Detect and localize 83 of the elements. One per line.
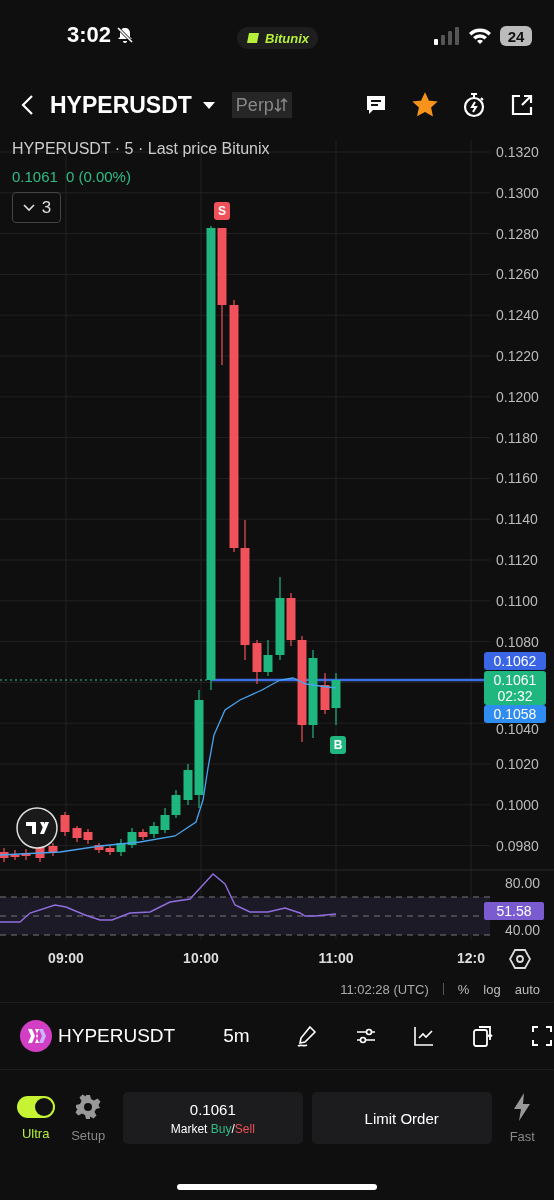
price-tick-label: 0.1300 [496, 184, 539, 201]
price-tick-label: 0.1280 [496, 225, 539, 242]
symbol-title[interactable]: HYPERUSDT [50, 91, 192, 119]
logo-icon [246, 32, 260, 44]
settings-icon[interactable] [509, 948, 531, 970]
copy-icon[interactable] [470, 1024, 495, 1048]
time-tick-label: 12:0 [456, 950, 486, 966]
price-tick-label: 0.0980 [496, 837, 539, 854]
signal-icon [434, 27, 460, 45]
price-tick-label: 0.1080 [496, 633, 539, 650]
scale-option[interactable]: auto [514, 981, 540, 997]
bell-muted-icon [115, 25, 136, 45]
price-tick-label: 0.1120 [496, 552, 538, 568]
last-price: 0.1061 [12, 168, 58, 185]
candle [263, 639, 273, 677]
fullscreen-icon[interactable] [530, 1025, 553, 1047]
chart-legend-title: HYPERUSDT · 5 · Last price Bitunix [12, 140, 270, 158]
indicators-toggle[interactable]: 3 [12, 192, 61, 223]
stopwatch-icon[interactable] [462, 92, 486, 118]
price-tag: 0.1058 [484, 705, 546, 723]
interval-selector[interactable]: 5m [223, 1025, 250, 1047]
price-tick-label: 0.1320 [496, 144, 539, 160]
line-chart-icon[interactable] [412, 1025, 435, 1047]
candle [0, 847, 9, 863]
candle [60, 811, 70, 837]
price-tick-label: 0.1180 [496, 429, 538, 446]
price-tick-label: 0.1140 [496, 511, 538, 528]
chart-clock: 11:02:28 (UTC) [340, 981, 429, 997]
price-tick-label: 0.1220 [496, 348, 539, 364]
setup-label: Setup [71, 1127, 106, 1143]
swap-icon[interactable] [273, 97, 288, 113]
rsi-tick-label: 40.00 [505, 922, 541, 938]
time-tick-label: 09:00 [47, 950, 85, 966]
trade-marker: B [330, 736, 346, 754]
price-tag: 0.1062 [484, 652, 546, 670]
price-tick-label: 0.1040 [496, 721, 539, 738]
rsi-value-tag: 51.58 [484, 902, 544, 920]
trade-marker: S [214, 202, 230, 220]
contract-type-button[interactable]: Perp [231, 92, 292, 118]
limit-order-button[interactable]: Limit Order [311, 1092, 492, 1144]
time-tick-label: 11:00 [317, 950, 355, 966]
star-icon[interactable] [412, 92, 438, 118]
price-tick-label: 0.1100 [496, 592, 538, 609]
candle [94, 842, 104, 854]
caret-icon[interactable] [201, 100, 216, 110]
candle [320, 672, 330, 715]
candle [83, 828, 93, 845]
price-tick-label: 0.1160 [496, 470, 538, 487]
price-tag: 0.1061 02:32 [484, 671, 546, 705]
candle [21, 848, 31, 861]
wifi-icon [468, 27, 492, 45]
back-icon[interactable] [20, 94, 34, 116]
chevron-icon[interactable] [21, 202, 36, 213]
candle [171, 789, 181, 819]
share-icon[interactable] [510, 93, 534, 117]
rsi-tick-label: 80.00 [505, 875, 541, 891]
candle [252, 639, 262, 685]
logo-icon[interactable] [15, 806, 59, 850]
app-pill: Bitunix [237, 27, 319, 49]
market-order-button[interactable]: 0.1061 Market Buy/Sell [122, 1092, 303, 1144]
candle [331, 672, 341, 726]
chat-icon[interactable] [364, 93, 388, 117]
symbol-selector[interactable]: HYPERUSDT [58, 1025, 176, 1047]
status-time: 3:02 [67, 22, 112, 48]
lightning-icon[interactable] [512, 1092, 533, 1121]
price-change: 0 (0.00%) [65, 168, 131, 185]
price-tick-label: 0.1260 [496, 266, 539, 283]
coin-logo-icon [20, 1020, 52, 1052]
candle [48, 842, 58, 857]
scale-option[interactable]: % [457, 981, 470, 997]
settings-icon[interactable] [75, 1093, 102, 1120]
time-tick-label: 10:00 [182, 950, 220, 966]
price-tick-label: 0.1200 [496, 388, 539, 405]
ultra-label: Ultra [22, 1125, 50, 1141]
ultra-toggle[interactable] [16, 1095, 55, 1118]
price-tick-label: 0.1020 [496, 756, 539, 772]
battery-icon: 24 [500, 26, 532, 46]
candle [72, 825, 82, 843]
scale-option[interactable]: log [483, 981, 501, 997]
price-tick-label: 0.1240 [496, 307, 539, 324]
candle [10, 849, 20, 861]
fast-label: Fast [509, 1128, 535, 1144]
price-tick-label: 0.1000 [496, 796, 539, 813]
